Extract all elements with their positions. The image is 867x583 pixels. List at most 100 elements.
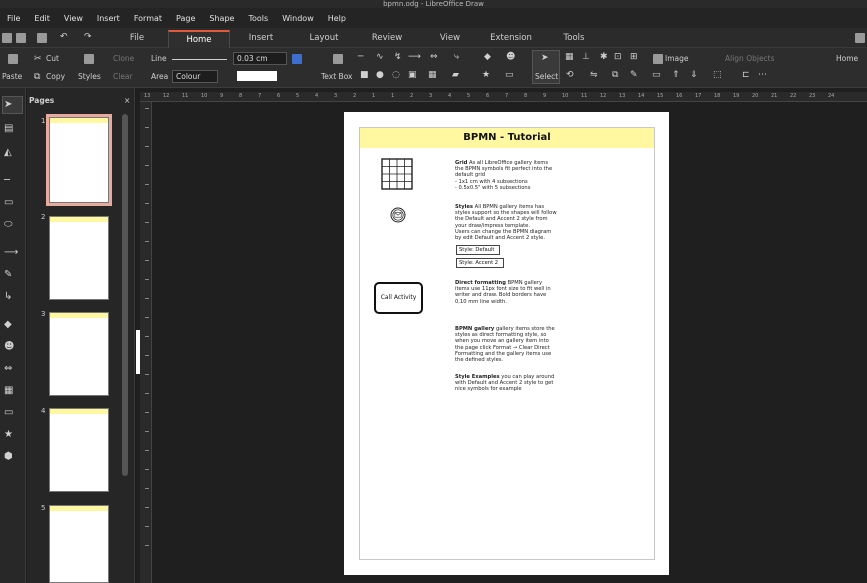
text-box-label[interactable]: Text Box	[321, 72, 353, 81]
snap-icon[interactable]: ✱	[600, 52, 608, 62]
align-objects-label[interactable]: Align Objects	[725, 54, 775, 63]
edit-points-icon[interactable]: ✎	[630, 70, 638, 80]
star-icon[interactable]: ★	[482, 70, 490, 80]
menu-shape[interactable]: Shape	[202, 14, 241, 23]
page-thumbnail[interactable]	[49, 505, 109, 583]
menu-tools[interactable]: Tools	[241, 14, 275, 23]
pages-scrollbar[interactable]	[122, 114, 128, 476]
align-icon[interactable]: ⬚	[713, 70, 722, 80]
ellipse-tool-icon[interactable]: ⬭	[4, 220, 13, 230]
menu-format[interactable]: Format	[127, 14, 169, 23]
shapes-icon[interactable]: ▰	[452, 70, 459, 80]
redo-icon[interactable]: ↷	[84, 32, 92, 42]
line-tool-icon[interactable]: ─	[358, 52, 363, 62]
sidebar-toggle-icon[interactable]	[2, 33, 12, 43]
group-icon[interactable]: ⧉	[612, 70, 618, 80]
callout-tool-icon[interactable]: ▭	[4, 408, 13, 418]
comment-icon[interactable]: ▭	[652, 70, 661, 80]
save-icon[interactable]	[37, 33, 47, 43]
crop-icon[interactable]: ⊏	[742, 70, 750, 80]
table-icon[interactable]: ▦	[428, 70, 437, 80]
cut-label[interactable]: Cut	[46, 54, 59, 63]
rotate-icon[interactable]: ⟲	[566, 70, 574, 80]
curve-tool-icon[interactable]: ✎	[4, 270, 12, 280]
menu-view[interactable]: View	[57, 14, 90, 23]
3d-objects-tool-icon[interactable]: ⬢	[4, 452, 13, 462]
tab-home[interactable]: Home	[168, 30, 230, 48]
tab-extension[interactable]: Extension	[486, 30, 536, 48]
block-arrows-tool-icon[interactable]: ⇔	[4, 364, 12, 374]
arrange-icon[interactable]: ⇑	[672, 70, 680, 80]
vertical-ruler[interactable]	[140, 102, 152, 583]
points-icon[interactable]: ⊡	[614, 52, 622, 62]
stars-tool-icon[interactable]: ★	[4, 430, 13, 440]
page-thumbnail[interactable]	[46, 114, 112, 206]
tab-insert[interactable]: Insert	[240, 30, 282, 48]
grid-icon[interactable]: ▦	[565, 52, 574, 62]
line-color-tool-icon[interactable]: ▤	[4, 124, 13, 134]
basic-shapes-tool-icon[interactable]: ◆	[4, 320, 12, 330]
smiley-icon[interactable]: ☻	[506, 52, 515, 62]
rectangle-icon[interactable]: ■	[360, 70, 369, 80]
home-label[interactable]: Home	[836, 54, 858, 63]
glue-icon[interactable]: ⊞	[630, 52, 638, 62]
grid-symbol[interactable]	[381, 158, 413, 190]
fill-color-tool-icon[interactable]: ◭	[4, 148, 12, 158]
tab-view[interactable]: View	[430, 30, 470, 48]
styles-label[interactable]: Styles	[78, 72, 101, 81]
copy-icon[interactable]: ⧉	[34, 72, 40, 82]
cut-icon[interactable]: ✂	[34, 54, 42, 64]
menu-help[interactable]: Help	[321, 14, 353, 23]
page-thumbnail[interactable]	[49, 408, 109, 492]
symbol-shapes-tool-icon[interactable]: ☻	[4, 342, 14, 352]
area-color-swatch[interactable]	[237, 71, 277, 81]
page-thumbnail[interactable]	[49, 216, 109, 300]
undo-icon[interactable]: ↶	[60, 32, 68, 42]
tab-layout[interactable]: Layout	[302, 30, 346, 48]
image-label[interactable]: Image	[665, 54, 689, 63]
flip-icon[interactable]: ⇋	[590, 70, 598, 80]
diamond-icon[interactable]: ◆	[484, 52, 491, 62]
menu-insert[interactable]: Insert	[90, 14, 127, 23]
tab-review[interactable]: Review	[366, 30, 408, 48]
copy-label[interactable]: Copy	[46, 72, 65, 81]
clear-label[interactable]: Clear	[113, 72, 133, 81]
menu-edit[interactable]: Edit	[27, 14, 57, 23]
page-title[interactable]: BPMN - Tutorial	[360, 128, 654, 148]
menu-hamburger-icon[interactable]	[855, 33, 865, 43]
connectors-icon[interactable]: ⤷	[454, 52, 459, 62]
tab-file[interactable]: File	[118, 30, 156, 48]
message-event-icon[interactable]	[390, 207, 406, 223]
open-icon[interactable]	[16, 33, 26, 43]
page-canvas[interactable]: BPMN - Tutorial Grid As all LibreOffice …	[344, 112, 669, 575]
horizontal-ruler[interactable]: 13 12 11 10 9 8 7 6 5 4 3 2 1 1 2 3 4 5 6 7 8 9 10 11 12 13 14 15 16…	[140, 92, 867, 102]
speech-bubble-icon[interactable]: ▭	[505, 70, 514, 80]
menu-file[interactable]: File	[0, 14, 27, 23]
image-icon[interactable]	[653, 54, 663, 64]
line-width-field[interactable]: 0.03 cm	[233, 52, 287, 65]
call-activity-shape[interactable]: Call Activity	[374, 282, 423, 314]
arrow-shapes-icon[interactable]: ⇔	[430, 52, 438, 62]
style-default-box[interactable]: Style: Default	[456, 245, 500, 255]
area-fill-select[interactable]: Colour	[172, 70, 218, 83]
menu-page[interactable]: Page	[169, 14, 202, 23]
distribute-icon[interactable]: ⇓	[690, 70, 698, 80]
insert-image-small-icon[interactable]: ▣	[408, 70, 417, 80]
callout-icon[interactable]: ◌	[392, 70, 400, 80]
ellipse-icon[interactable]: ●	[376, 70, 384, 80]
tab-tools[interactable]: Tools	[554, 30, 594, 48]
styles-icon[interactable]	[84, 54, 94, 64]
page-thumbnail[interactable]	[49, 312, 109, 396]
menu-window[interactable]: Window	[275, 14, 321, 23]
style-accent-box[interactable]: Style: Accent 2	[456, 258, 504, 268]
lines-arrows-icon[interactable]: ⟶	[408, 52, 421, 62]
text-icon[interactable]	[333, 54, 343, 64]
helplines-icon[interactable]: ⊥	[582, 52, 590, 62]
paste-label[interactable]: Paste	[2, 72, 22, 81]
arrow-tool-icon[interactable]: ⟶	[4, 248, 18, 258]
rectangle-tool-icon[interactable]: ▭	[4, 198, 13, 208]
flowchart-tool-icon[interactable]: ▦	[4, 386, 13, 396]
line-tool-icon-2[interactable]: ─	[4, 176, 10, 186]
connector-icon[interactable]: ↯	[394, 52, 402, 62]
close-icon[interactable]: ×	[124, 96, 130, 105]
